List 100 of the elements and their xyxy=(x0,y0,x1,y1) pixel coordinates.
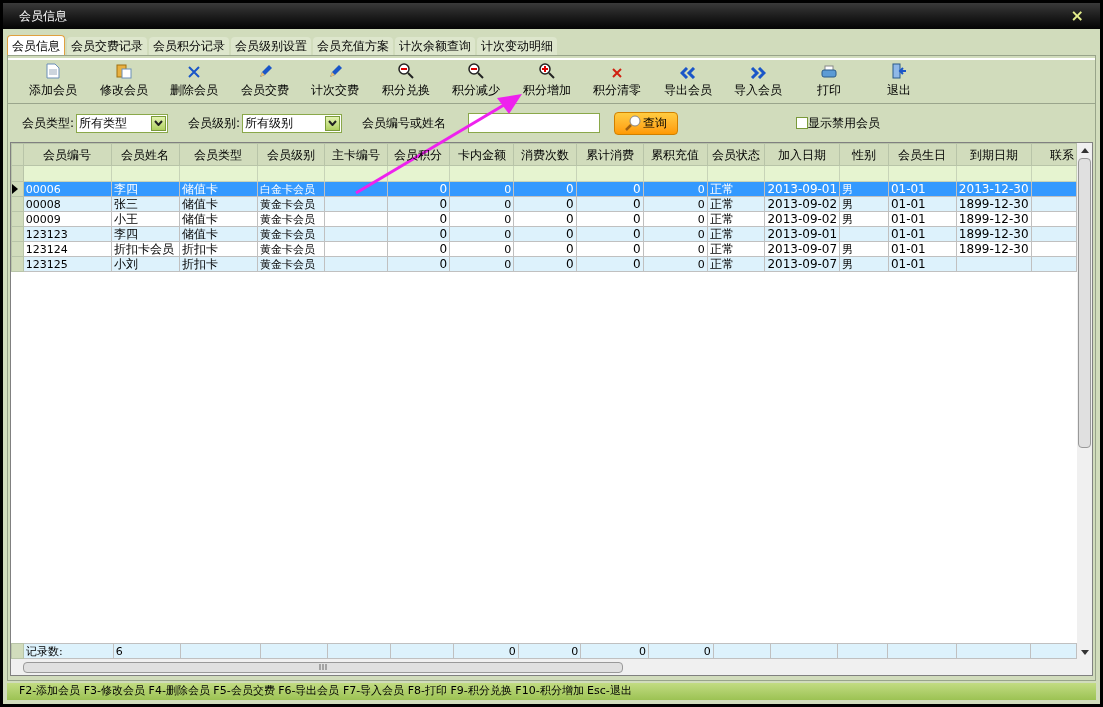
table-cell: 李四 xyxy=(113,182,138,196)
table-cell: 正常 xyxy=(709,242,734,256)
table-cell: 123124 xyxy=(25,242,68,256)
vertical-scrollbar[interactable] xyxy=(1077,143,1092,659)
column-header[interactable]: 消费次数 xyxy=(513,143,577,166)
table-cell: 0 xyxy=(565,212,574,226)
checkbox[interactable] xyxy=(796,117,809,129)
column-header[interactable]: 加入日期 xyxy=(764,143,840,166)
double-left-arrow-icon xyxy=(679,67,696,79)
dropdown[interactable]: 所有类型 xyxy=(76,113,169,133)
table-cell: 正常 xyxy=(709,227,734,241)
column-header[interactable]: 会员编号 xyxy=(23,143,112,166)
table-cell: 0 xyxy=(439,257,448,271)
table-cell: 储值卡 xyxy=(181,197,218,211)
table-cell: 黄金卡会员 xyxy=(259,197,315,211)
table-cell: 0 xyxy=(439,227,448,241)
table-cell: 黄金卡会员 xyxy=(259,212,315,226)
summary-cell: 0 xyxy=(639,644,647,658)
table-cell: 2013-09-01 xyxy=(767,182,838,196)
column-header[interactable]: 联系 xyxy=(1031,143,1077,166)
table-cell: 0 xyxy=(633,257,641,271)
table-cell: 男 xyxy=(842,212,854,226)
column-header[interactable]: 到期日期 xyxy=(956,143,1032,166)
table-cell: 0 xyxy=(504,227,512,241)
tab[interactable]: 计次变动明细 xyxy=(477,37,557,55)
search-field[interactable] xyxy=(468,113,601,133)
search-icon xyxy=(625,115,642,131)
toolbar-button[interactable]: 计次交费 xyxy=(300,63,371,99)
table-cell: 01-01 xyxy=(890,212,926,226)
column-header[interactable]: 累积充值 xyxy=(643,143,708,166)
table-cell: 0 xyxy=(697,182,705,196)
caret-icon xyxy=(325,115,341,131)
toolbar-button[interactable]: 打印 xyxy=(793,63,864,99)
delete-icon xyxy=(187,65,202,79)
scroll-thumb[interactable] xyxy=(23,661,623,673)
table-cell: 1899-12-30 xyxy=(958,197,1029,211)
table-cell: 0 xyxy=(439,182,448,196)
table-cell: 正常 xyxy=(709,212,734,226)
table-cell: 正常 xyxy=(709,257,734,271)
table-cell: 0 xyxy=(565,227,574,241)
table-cell: 2013-09-07 xyxy=(767,257,838,271)
table-cell: 01-01 xyxy=(890,182,926,196)
tab[interactable]: 会员充值方案 xyxy=(313,37,393,55)
table-cell: 男 xyxy=(842,242,854,256)
toolbar-button[interactable]: 添加会员 xyxy=(18,63,89,99)
window-title: 会员信息 xyxy=(19,8,67,25)
table-cell: 01-01 xyxy=(890,227,926,241)
scroll-thumb[interactable] xyxy=(1078,158,1091,448)
column-header[interactable]: 会员状态 xyxy=(707,143,765,166)
table-cell: 0 xyxy=(633,242,641,256)
column-header[interactable]: 累计消费 xyxy=(576,143,644,166)
table-cell: 男 xyxy=(842,257,854,271)
table-cell: 0 xyxy=(633,227,641,241)
clipboard-icon xyxy=(115,63,132,79)
table-cell: 小刘 xyxy=(113,257,138,271)
column-header[interactable]: 会员级别 xyxy=(257,143,325,166)
horizontal-scrollbar[interactable] xyxy=(11,659,1092,675)
toolbar-button[interactable]: 修改会员 xyxy=(88,63,159,99)
tab[interactable]: 计次余额查询 xyxy=(395,37,475,55)
tab[interactable]: 会员交费记录 xyxy=(67,37,147,55)
toolbar-button[interactable]: 会员交费 xyxy=(229,63,300,99)
tab[interactable]: 会员信息 xyxy=(7,35,65,55)
table-cell: 1899-12-30 xyxy=(958,227,1029,241)
column-header[interactable]: 会员姓名 xyxy=(111,143,179,166)
table-cell: 储值卡 xyxy=(181,227,218,241)
double-right-arrow-icon xyxy=(750,67,767,79)
document-icon xyxy=(46,63,61,79)
table-cell: 123123 xyxy=(25,227,68,241)
table-cell: 0 xyxy=(697,257,705,271)
toolbar-button[interactable]: 导入会员 xyxy=(723,63,794,99)
table-cell: 李四 xyxy=(113,227,138,241)
toolbar-button[interactable]: 导出会员 xyxy=(652,63,723,99)
table-cell: 123125 xyxy=(25,257,68,271)
close-button[interactable]: × xyxy=(1070,8,1084,24)
tab[interactable]: 会员积分记录 xyxy=(149,37,229,55)
tab[interactable]: 会员级别设置 xyxy=(231,37,311,55)
table-cell: 折扣卡 xyxy=(181,257,218,271)
table-cell: 0 xyxy=(633,182,641,196)
filter-label: 会员级别: xyxy=(188,115,241,132)
column-header[interactable]: 会员类型 xyxy=(179,143,258,166)
table-cell: 黄金卡会员 xyxy=(259,242,315,256)
toolbar-button[interactable]: 积分清零 xyxy=(582,63,653,99)
search-button[interactable]: 查询 xyxy=(614,111,679,135)
toolbar-button[interactable]: 退出 xyxy=(864,63,935,99)
toolbar-button[interactable]: 积分兑换 xyxy=(370,63,441,99)
column-header[interactable]: 性别 xyxy=(839,143,889,166)
table-cell: 0 xyxy=(504,242,512,256)
dropdown[interactable]: 所有级别 xyxy=(242,113,343,133)
zoom-out-icon xyxy=(468,63,485,79)
table-cell: 00006 xyxy=(25,182,61,196)
table-cell: 黄金卡会员 xyxy=(259,257,315,271)
table-cell: 正常 xyxy=(709,182,734,196)
column-header[interactable]: 主卡编号 xyxy=(324,143,388,166)
table-cell: 白金卡会员 xyxy=(259,182,315,196)
toolbar-button[interactable]: 删除会员 xyxy=(159,63,230,99)
exit-door-icon xyxy=(891,63,908,79)
table-cell: 0 xyxy=(439,212,448,226)
column-header[interactable]: 会员生日 xyxy=(888,143,957,166)
column-header[interactable]: 卡内金额 xyxy=(449,143,514,166)
table-cell: 0 xyxy=(565,242,574,256)
